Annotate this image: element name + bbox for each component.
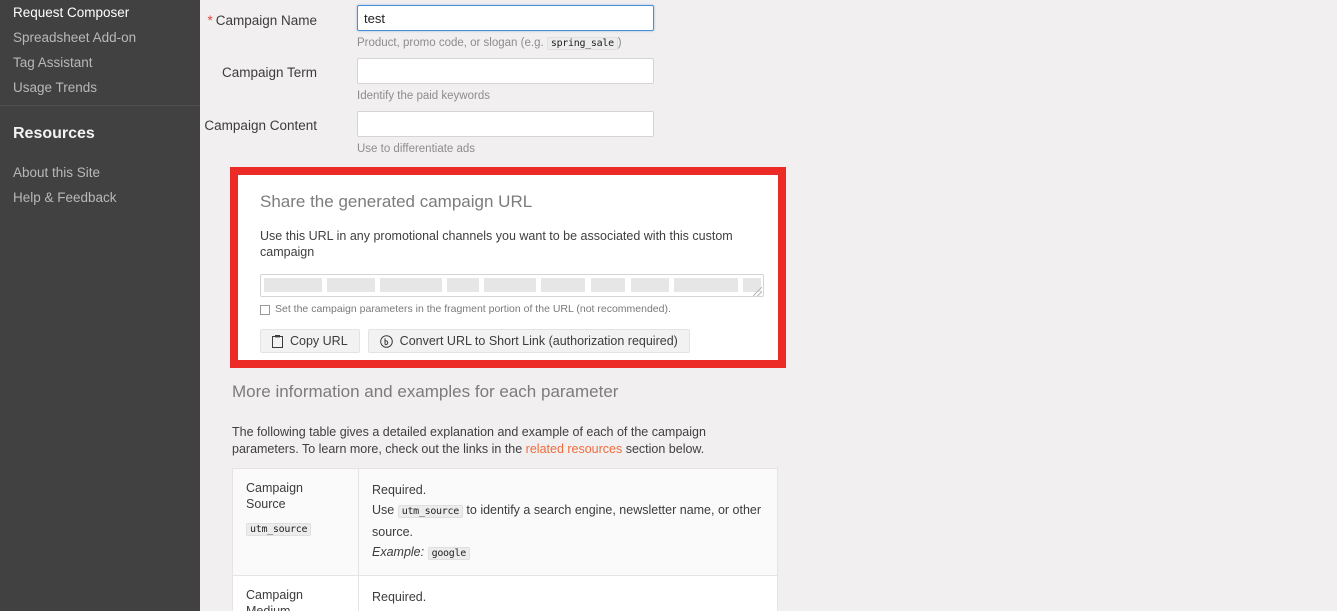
fragment-checkbox-label: Set the campaign parameters in the fragm… <box>275 303 671 315</box>
redacted-url-block <box>264 278 322 292</box>
parameter-requirement: Required. <box>372 590 427 604</box>
help-campaign-content: Use to differentiate ads <box>357 143 476 155</box>
more-information-paragraph: The following table gives a detailed exp… <box>232 424 762 458</box>
sidebar-item-tag-assistant[interactable]: Tag Assistant <box>0 50 200 75</box>
share-panel-actions: Copy URL Convert URL to Short Link (auth… <box>260 329 756 353</box>
main-content: *Campaign Name Product, promo code, or s… <box>200 0 1337 611</box>
share-url-title: Share the generated campaign URL <box>260 192 533 211</box>
parameter-requirement: Required. <box>372 483 427 497</box>
share-url-panel: Share the generated campaign URL Use thi… <box>238 175 778 353</box>
campaign-term-input[interactable] <box>357 58 654 84</box>
fragment-checkbox[interactable] <box>260 304 270 315</box>
related-resources-link[interactable]: related resources <box>526 442 623 456</box>
campaign-content-input[interactable] <box>357 111 654 137</box>
redacted-url-block <box>631 278 669 292</box>
table-cell-parameter-description: Required. Use utm_source to identify a s… <box>358 468 778 576</box>
code-chip-spring-sale: spring_sale <box>546 37 618 50</box>
field-col-campaign-term: Identify the paid keywords <box>357 58 654 103</box>
share-url-subtitle: Use this URL in any promotional channels… <box>260 229 733 259</box>
sidebar-item-help-feedback[interactable]: Help & Feedback <box>0 185 200 210</box>
generated-url-textarea[interactable] <box>260 274 764 297</box>
redacted-url-block <box>674 278 738 292</box>
redacted-url-block <box>447 278 479 292</box>
code-chip-utm-source: utm_source <box>246 523 312 536</box>
short-link-circle-icon <box>379 334 393 348</box>
help-campaign-term: Identify the paid keywords <box>357 90 490 102</box>
redacted-url-block <box>380 278 442 292</box>
label-campaign-name: * Campaign Name <box>207 13 317 28</box>
parameter-table: Campaign Source utm_source Required. Use… <box>232 468 778 611</box>
table-cell-parameter-description: Required. Use utm_medium to identify a m… <box>358 575 778 611</box>
redacted-url-block <box>327 278 375 292</box>
sidebar-item-about-this-site[interactable]: About this Site <box>0 160 200 185</box>
help-campaign-name: Product, promo code, or slogan (e.g. spr… <box>357 37 622 50</box>
convert-short-link-button[interactable]: Convert URL to Short Link (authorization… <box>367 329 690 353</box>
paragraph-part-2: section below. <box>622 442 705 456</box>
field-col-campaign-name: Product, promo code, or slogan (e.g. spr… <box>357 5 654 51</box>
more-information-title: More information and examples for each p… <box>232 382 619 401</box>
fragment-checkbox-row[interactable]: Set the campaign parameters in the fragm… <box>260 303 756 316</box>
copy-url-button[interactable]: Copy URL <box>260 329 360 353</box>
parameter-code-wrap: utm_source <box>246 519 345 537</box>
redacted-url-block <box>541 278 585 292</box>
label-campaign-term: Campaign Term <box>221 65 317 80</box>
label-campaign-content: Campaign Content <box>204 118 317 133</box>
parameter-display-name: Campaign Medium <box>246 588 303 611</box>
sidebar-item-request-composer[interactable]: Request Composer <box>0 0 200 25</box>
code-chip-example-google: google <box>427 547 470 560</box>
copy-url-button-label: Copy URL <box>290 334 348 348</box>
campaign-name-input[interactable] <box>357 5 654 31</box>
textarea-resize-handle[interactable] <box>753 287 762 296</box>
sidebar-resources-list: About this Site Help & Feedback <box>0 160 200 210</box>
share-url-panel-highlight: Share the generated campaign URL Use thi… <box>230 167 786 368</box>
convert-short-link-button-label: Convert URL to Short Link (authorization… <box>399 334 678 348</box>
example-label: Example: <box>372 545 425 559</box>
required-asterisk-icon: * <box>207 13 213 28</box>
parameter-example: Example: google <box>372 542 764 564</box>
table-cell-parameter-name: Campaign Source utm_source <box>232 468 359 576</box>
sidebar-item-usage-trends[interactable]: Usage Trends <box>0 75 200 100</box>
field-col-campaign-content: Use to differentiate ads <box>357 111 654 156</box>
parameter-usage: Use utm_source to identify a search engi… <box>372 503 762 539</box>
table-row: Campaign Source utm_source Required. Use… <box>232 468 778 576</box>
sidebar-nav-list: Request Composer Spreadsheet Add-on Tag … <box>0 0 200 100</box>
sidebar-divider <box>0 105 200 106</box>
sidebar-resources-heading: Resources <box>13 125 95 142</box>
clipboard-icon <box>272 334 283 348</box>
parameter-usage: Use utm_medium to identify a medium such… <box>372 607 764 611</box>
redacted-url-block <box>484 278 536 292</box>
code-chip-utm-source-inline: utm_source <box>397 505 463 518</box>
table-cell-parameter-name: Campaign Medium utm_medium <box>232 575 359 611</box>
sidebar-item-spreadsheet-add-on[interactable]: Spreadsheet Add-on <box>0 25 200 50</box>
sidebar-resources-group: Resources About this Site Help & Feedbac… <box>0 124 200 210</box>
sidebar: Request Composer Spreadsheet Add-on Tag … <box>0 0 200 611</box>
table-row: Campaign Medium utm_medium Required. Use… <box>232 575 778 611</box>
page-root: Request Composer Spreadsheet Add-on Tag … <box>0 0 1337 611</box>
parameter-display-name: Campaign Source <box>246 481 303 511</box>
redacted-url-block <box>591 278 625 292</box>
